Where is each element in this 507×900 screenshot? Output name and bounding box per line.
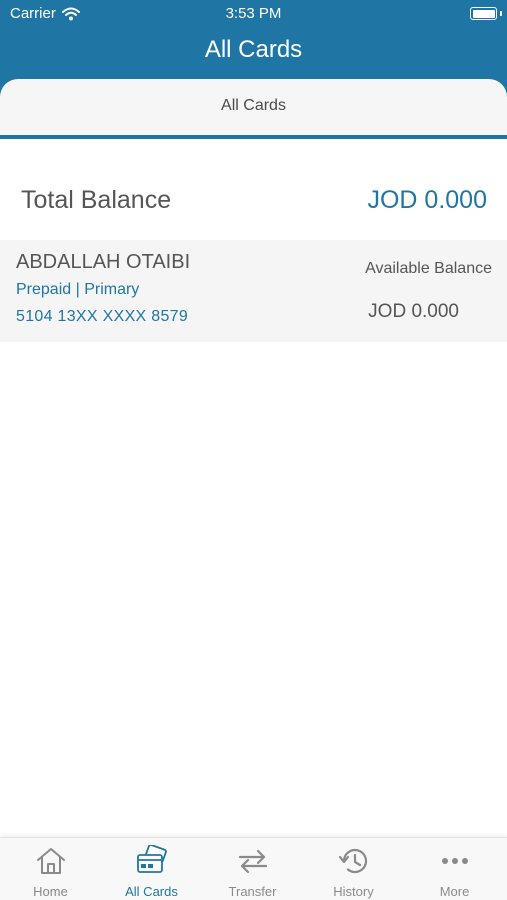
total-balance-row: Total Balance JOD 0.000 — [0, 182, 507, 226]
card-holder-name: ABDALLAH OTAIBI — [16, 251, 191, 273]
tab-history[interactable]: History — [303, 838, 404, 900]
tab-all-cards[interactable]: All Cards — [101, 838, 202, 900]
tab-home-label: Home — [33, 884, 68, 899]
segment-tab-label: All Cards — [221, 97, 286, 114]
card-list-item[interactable]: ABDALLAH OTAIBI Prepaid | Primary 5104 1… — [0, 240, 507, 342]
tab-home[interactable]: Home — [0, 838, 101, 900]
card-type-label: Prepaid | Primary — [16, 281, 140, 298]
cards-icon — [136, 845, 167, 873]
battery-tip — [500, 11, 502, 16]
total-balance-value: JOD 0.000 — [367, 186, 487, 214]
transfer-icon — [238, 849, 267, 874]
segment-tab-indicator — [0, 135, 507, 139]
more-icon — [441, 858, 468, 864]
tab-more[interactable]: More — [404, 838, 505, 900]
history-icon — [338, 848, 367, 874]
page-title: All Cards — [204, 36, 303, 63]
tab-history-label: History — [333, 884, 374, 899]
segment-tab-all-cards[interactable]: All Cards — [0, 79, 507, 139]
available-balance-label: Available Balance — [365, 260, 492, 277]
available-balance-value: JOD 0.000 — [368, 301, 459, 322]
battery-icon — [470, 7, 497, 20]
tab-transfer[interactable]: Transfer — [202, 838, 303, 900]
home-icon — [36, 848, 65, 874]
total-balance-label: Total Balance — [21, 186, 172, 214]
tab-more-label: More — [439, 884, 470, 899]
bottom-tab-bar: Home All Cards Transfer History More — [0, 837, 507, 900]
card-number: 5104 13XX XXXX 8579 — [16, 308, 189, 325]
status-bar: Carrier 3:53 PM — [0, 0, 507, 28]
tab-transfer-label: Transfer — [228, 884, 277, 899]
tab-all-cards-label: All Cards — [125, 884, 178, 899]
status-time: 3:53 PM — [225, 5, 282, 22]
